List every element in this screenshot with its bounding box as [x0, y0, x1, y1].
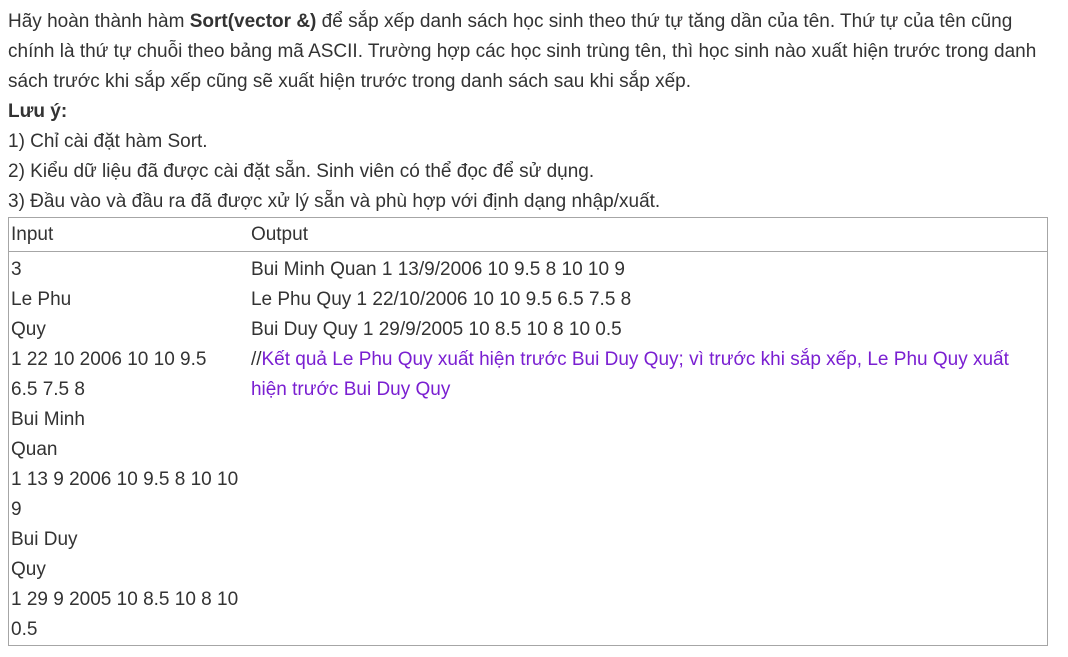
comment-prefix: //: [250, 349, 262, 370]
output-line: Le Phu Quy 1 22/10/2006 10 10 9.5 6.5 7.…: [250, 289, 632, 310]
function-name: Sort(vector &): [189, 11, 317, 32]
output-line: Bui Duy Quy 1 29/9/2005 10 8.5 10 8 10 0…: [250, 319, 622, 340]
note-item-1: 1) Chỉ cài đặt hàm Sort.: [8, 131, 208, 152]
input-line: 0.5: [11, 619, 38, 640]
input-line: 9: [11, 499, 22, 520]
input-line: Quy: [11, 319, 46, 340]
output-cell: Bui Minh Quan 1 13/9/2006 10 9.5 8 10 10…: [251, 252, 1048, 646]
input-line: Quy: [11, 559, 46, 580]
input-column-header: Input: [11, 224, 54, 245]
intro-text-start: Hãy hoàn thành hàm: [8, 11, 190, 32]
table-row: 3 Le Phu Quy 1 22 10 2006 10 10 9.5 6.5 …: [9, 252, 1048, 646]
input-line: 1 13 9 2006 10 9.5 8 10 10: [11, 469, 239, 490]
comment-text: Kết quả Le Phu Quy xuất hiện trước Bui D…: [250, 349, 1009, 400]
note-item-2: 2) Kiểu dữ liệu đã được cài đặt sẵn. Sin…: [8, 161, 595, 182]
note-heading: Lưu ý:: [8, 101, 68, 122]
input-line: Le Phu: [11, 289, 72, 310]
output-column-header: Output: [250, 224, 308, 245]
input-line: 1 22 10 2006 10 10 9.5: [11, 349, 207, 370]
input-line: 6.5 7.5 8: [11, 379, 85, 400]
input-line: Bui Minh: [11, 409, 85, 430]
input-cell: 3 Le Phu Quy 1 22 10 2006 10 10 9.5 6.5 …: [9, 252, 251, 646]
output-line: Bui Minh Quan 1 13/9/2006 10 9.5 8 10 10…: [250, 259, 625, 280]
output-comment: //Kết quả Le Phu Quy xuất hiện trước Bui…: [251, 345, 1047, 405]
input-line: Quan: [11, 439, 58, 460]
table-header-row: Input Output: [8, 218, 1048, 252]
input-line: 1 29 9 2005 10 8.5 10 8 10: [11, 589, 239, 610]
io-example-table: Input Output 3 Le Phu Quy 1 22 10 2006 1…: [8, 217, 1048, 646]
note-item-3: 3) Đầu vào và đầu ra đã được xử lý sẵn v…: [8, 191, 661, 212]
input-line: Bui Duy: [11, 529, 78, 550]
intro-paragraph: Hãy hoàn thành hàm Sort(vector &) để sắp…: [8, 7, 1058, 97]
problem-description: Hãy hoàn thành hàm Sort(vector &) để sắp…: [8, 7, 1058, 217]
input-line: 3: [11, 259, 22, 280]
